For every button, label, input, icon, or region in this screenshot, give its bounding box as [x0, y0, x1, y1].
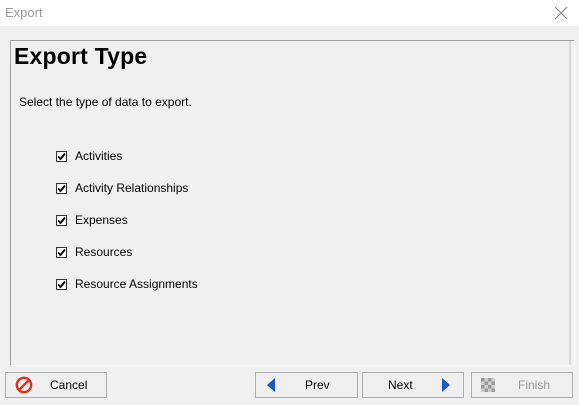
page-title: Export Type [14, 43, 148, 69]
option-activity-relationships[interactable]: Activity Relationships [56, 180, 188, 196]
checkbox-resource-assignments[interactable] [56, 278, 67, 290]
export-type-panel: Export Type Select the type of data to e… [10, 40, 575, 366]
checkered-flag-icon [480, 378, 496, 392]
cancel-icon [14, 376, 34, 394]
arrow-left-icon [264, 377, 278, 393]
prev-button[interactable]: Prev [255, 372, 358, 398]
checkbox-resources[interactable] [56, 246, 67, 258]
prev-label: Prev [305, 378, 330, 392]
option-label: Resource Assignments [75, 277, 198, 291]
option-label: Activities [75, 149, 123, 163]
option-expenses[interactable]: Expenses [56, 212, 128, 228]
option-label: Expenses [75, 213, 128, 227]
option-resource-assignments[interactable]: Resource Assignments [56, 276, 198, 292]
next-label: Next [388, 378, 413, 392]
option-resources[interactable]: Resources [56, 244, 132, 260]
arrow-right-icon [439, 377, 453, 393]
checkbox-activities[interactable] [56, 150, 67, 162]
checkbox-activity-relationships[interactable] [56, 182, 67, 194]
finish-button[interactable]: Finish [471, 372, 573, 398]
cancel-button[interactable]: Cancel [5, 372, 107, 398]
page-subtitle: Select the type of data to export. [19, 95, 192, 109]
close-icon[interactable] [551, 3, 571, 23]
checkbox-expenses[interactable] [56, 214, 67, 226]
window-title: Export [5, 5, 43, 20]
panel-edge [569, 41, 571, 365]
title-bar: Export [0, 0, 579, 26]
cancel-label: Cancel [50, 378, 88, 392]
next-button[interactable]: Next [362, 372, 464, 398]
option-activities[interactable]: Activities [56, 148, 122, 164]
option-label: Resources [75, 245, 133, 259]
option-label: Activity Relationships [75, 181, 189, 195]
button-bar: Cancel Prev Next Finish [0, 366, 579, 405]
finish-label: Finish [518, 378, 551, 392]
